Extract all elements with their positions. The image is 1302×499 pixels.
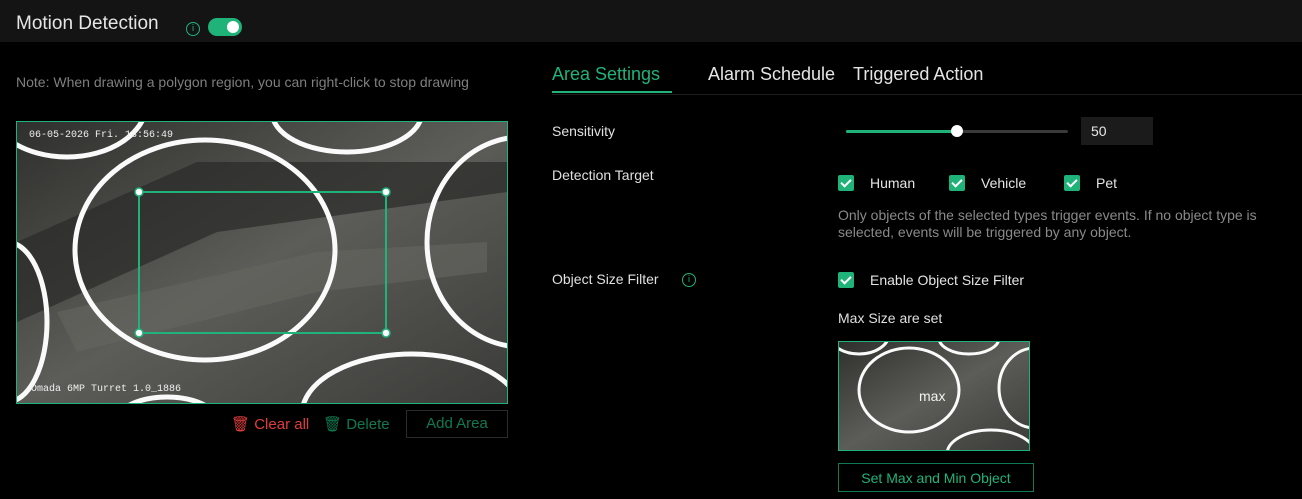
human-checkbox[interactable] [838, 175, 854, 191]
camera-preview[interactable]: 06-05-2026 Fri. 18:56:49 Omada 6MP Turre… [16, 121, 508, 404]
delete-button[interactable]: 🗑 Delete [323, 415, 390, 433]
sensitivity-slider[interactable] [846, 125, 1068, 137]
pet-label: Pet [1096, 175, 1118, 191]
trash-icon: 🗑 [323, 416, 343, 433]
info-icon[interactable]: i [186, 22, 200, 36]
tab-divider [552, 94, 1302, 95]
sensitivity-slider-fill [846, 130, 957, 133]
max-size-preview: max [838, 341, 1030, 451]
vehicle-checkbox[interactable] [949, 175, 965, 191]
enable-object-size-filter-checkbox[interactable] [838, 272, 854, 288]
object-size-filter-label: Object Size Filter [552, 271, 659, 287]
camera-name-overlay: Omada 6MP Turret 1.0_1886 [31, 384, 182, 395]
trash-icon: 🗑 [231, 416, 251, 433]
sensitivity-input[interactable] [1081, 117, 1153, 145]
sensitivity-slider-handle[interactable] [951, 125, 963, 137]
tab-triggered-action[interactable]: Triggered Action [853, 64, 983, 85]
delete-label: Delete [346, 416, 390, 433]
motion-detection-toggle[interactable] [208, 18, 242, 36]
active-tab-indicator [552, 91, 672, 93]
detection-target-label: Detection Target [552, 167, 654, 183]
clear-all-label: Clear all [254, 416, 310, 433]
header-bar: Motion Detection i [0, 0, 1302, 42]
camera-image [17, 122, 507, 403]
info-icon[interactable]: i [682, 273, 696, 287]
add-area-button[interactable]: Add Area [406, 410, 508, 438]
tab-area-settings[interactable]: Area Settings [552, 64, 660, 85]
enable-object-size-filter-label: Enable Object Size Filter [870, 272, 1025, 288]
max-size-label: max [919, 388, 946, 404]
pet-checkbox[interactable] [1064, 175, 1080, 191]
max-size-status: Max Size are set [838, 310, 943, 326]
detection-target-hint: Only objects of the selected types trigg… [838, 207, 1257, 240]
human-label: Human [870, 175, 916, 191]
set-max-min-object-button[interactable]: Set Max and Min Object [838, 463, 1034, 492]
tab-alarm-schedule[interactable]: Alarm Schedule [708, 64, 835, 85]
sensitivity-label: Sensitivity [552, 123, 616, 139]
clear-all-button[interactable]: 🗑 Clear all [231, 415, 309, 433]
timestamp-overlay: 06-05-2026 Fri. 18:56:49 [29, 130, 174, 141]
drawing-note: Note: When drawing a polygon region, you… [16, 74, 469, 90]
vehicle-label: Vehicle [981, 175, 1027, 191]
page-title: Motion Detection [16, 13, 159, 34]
